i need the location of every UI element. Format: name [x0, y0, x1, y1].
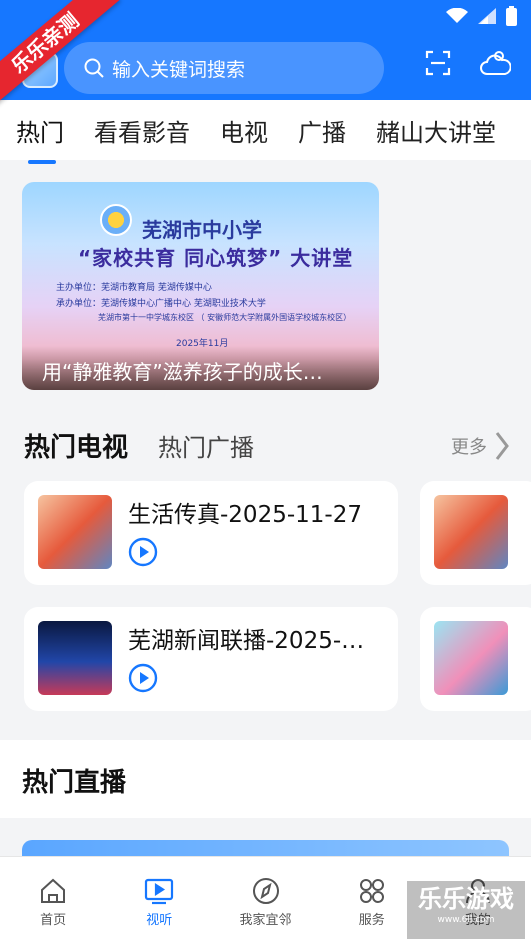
search-icon: [84, 58, 104, 78]
tab-video-audio[interactable]: 看看影音: [94, 113, 190, 148]
watermark-text: 乐乐游戏: [418, 885, 514, 913]
live-section: 热门直播: [0, 740, 531, 818]
banner-co-organizer: 承办单位：芜湖传媒中心广播中心 芜湖职业技术大学: [56, 299, 266, 309]
battery-icon: [506, 6, 517, 26]
play-icon[interactable]: [128, 663, 158, 693]
weather-cloud-icon[interactable]: [479, 50, 511, 76]
tab-tv[interactable]: 电视: [220, 113, 268, 148]
nav-media[interactable]: 视听: [106, 857, 212, 945]
more-label: 更多: [451, 436, 487, 458]
scan-icon[interactable]: [425, 50, 451, 76]
tab-hot[interactable]: 热门: [16, 113, 64, 164]
nav-neighbors[interactable]: 我家宜邻: [212, 857, 318, 945]
video-card-peek[interactable]: [420, 481, 531, 585]
tab-radio[interactable]: 广播: [298, 113, 346, 148]
home-icon: [41, 878, 66, 903]
nav-media-label: 视听: [146, 913, 173, 928]
banner-title-line2: “家校共育 同心筑梦” 大讲堂: [78, 246, 354, 270]
header-actions: [425, 50, 511, 76]
hero-banner[interactable]: 芜湖市中小学 “家校共育 同心筑梦” 大讲堂 主办单位：芜湖市教育局 芜湖传媒中…: [22, 182, 379, 390]
chevron-right-icon: [495, 431, 509, 460]
video-card[interactable]: 生活传真-2025-11-27: [24, 481, 398, 585]
video-card[interactable]: 芜湖新闻联播-2025-…: [24, 607, 398, 711]
banner-caption: 用“静雅教育”滋养孩子的成长…: [22, 346, 379, 390]
school-emblem-icon: [100, 204, 132, 236]
video-card-peek[interactable]: [420, 607, 531, 711]
nav-services-label: 服务: [358, 913, 385, 928]
category-tabs: 热门 看看影音 电视 广播 赭山大讲堂: [0, 100, 531, 164]
search-input[interactable]: 输入关键词搜索: [64, 42, 384, 94]
tab-heshan-lecture[interactable]: 赭山大讲堂: [376, 113, 496, 148]
compass-icon: [252, 878, 279, 904]
live-section-title: 热门直播: [22, 768, 127, 798]
video-title: 生活传真-2025-11-27: [128, 502, 362, 528]
banner-organizer: 主办单位：芜湖市教育局 芜湖传媒中心: [56, 283, 212, 293]
play-screen-icon: [145, 878, 174, 905]
hot-tv-tab[interactable]: 热门电视: [24, 427, 128, 464]
wifi-icon: [446, 8, 468, 23]
banner-title-line1: 芜湖市中小学: [142, 218, 262, 242]
hot-section-header: 热门电视 热门广播 更多: [24, 427, 509, 464]
hot-radio-tab[interactable]: 热门广播: [158, 428, 254, 463]
nav-home-label: 首页: [40, 913, 67, 928]
video-thumbnail: [38, 495, 112, 569]
site-watermark: 乐乐游戏 www.6ll.com: [407, 881, 525, 939]
status-icons: [446, 6, 517, 26]
video-thumbnail: [434, 621, 508, 695]
video-title: 芜湖新闻联播-2025-…: [128, 628, 365, 654]
video-thumbnail: [38, 621, 112, 695]
banner-venue: 芜湖市第十一中学城东校区 （ 安徽师范大学附属外国语学校城东校区）: [98, 313, 352, 322]
nav-home[interactable]: 首页: [0, 857, 106, 945]
signal-icon: [478, 8, 496, 24]
hot-tv-section: 热门电视 热门广播 更多 生活传真-2025-11-27 芜湖新闻联播-2025…: [0, 405, 531, 725]
play-icon[interactable]: [128, 537, 158, 567]
nav-neighbors-label: 我家宜邻: [239, 913, 292, 928]
video-thumbnail: [434, 495, 508, 569]
search-placeholder: 输入关键词搜索: [112, 58, 246, 81]
watermark-url: www.6ll.com: [437, 915, 495, 925]
grid-icon: [359, 879, 384, 903]
more-link[interactable]: 更多: [451, 431, 509, 461]
